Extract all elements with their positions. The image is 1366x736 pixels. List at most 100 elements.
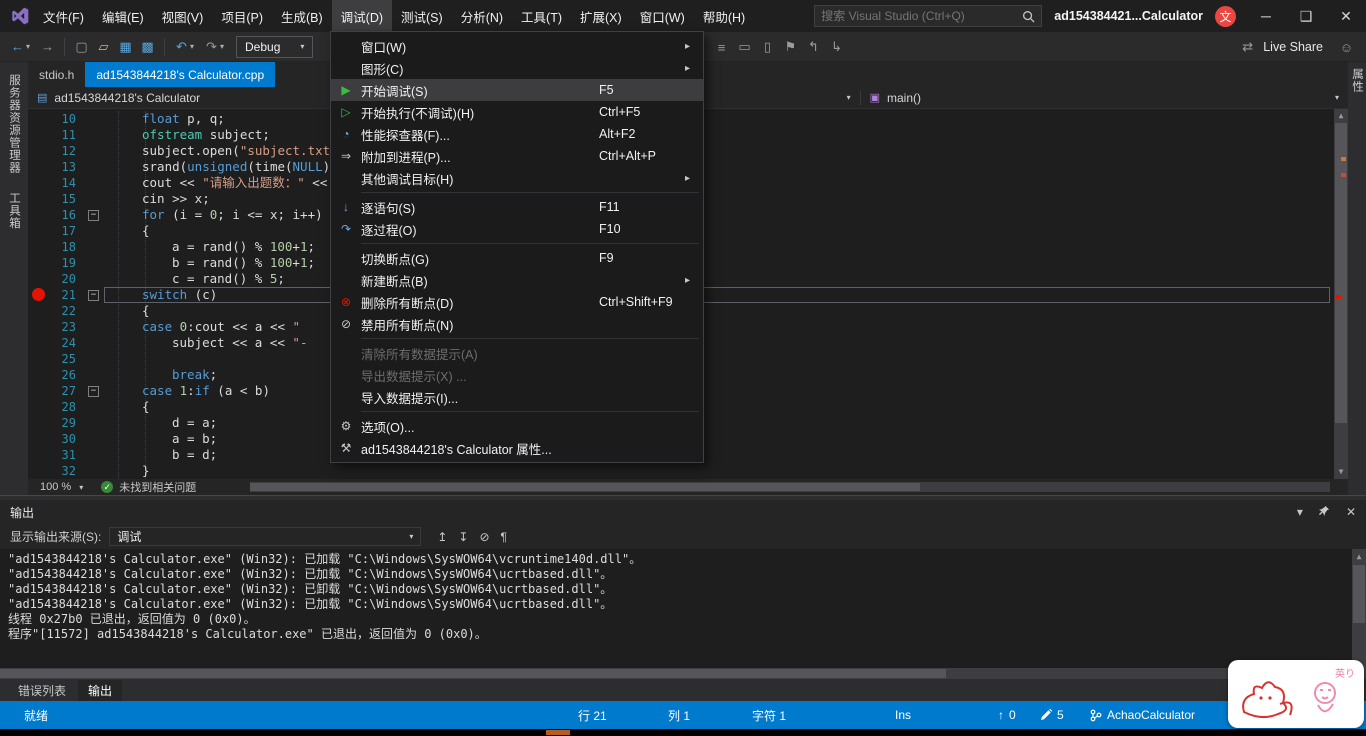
debug-menu-item[interactable]: ▶ 开始调试(S) F5	[331, 79, 703, 101]
editor-tab[interactable]: ad1543844218's Calculator.cpp	[85, 62, 276, 87]
breakpoint-margin[interactable]	[28, 415, 48, 431]
fold-toggle-icon[interactable]: −	[88, 209, 99, 221]
breakpoint-margin[interactable]	[28, 127, 48, 143]
open-folder-icon[interactable]: ▱	[94, 39, 113, 55]
debug-menu-item[interactable]: ↓ 逐语句(S) F11	[331, 196, 703, 218]
debug-menu-item[interactable]: 其他调试目标(H) ▸	[331, 167, 703, 189]
undo-icon[interactable]: ↶	[172, 39, 191, 55]
debug-target-combo[interactable]: Debug ▾	[236, 35, 314, 58]
side-tab[interactable]: 属性	[1349, 68, 1365, 93]
code-line[interactable]: 32}	[28, 463, 1348, 479]
fold-toggle-icon[interactable]: −	[88, 289, 99, 301]
debug-menu-item[interactable]: ⚒ ad1543844218's Calculator 属性...	[331, 437, 703, 459]
breakpoint-margin[interactable]	[28, 431, 48, 447]
prev-bookmark-icon[interactable]: ↰	[804, 39, 823, 55]
status-character[interactable]: 字符 1	[752, 701, 786, 729]
bookmark-icon[interactable]: ⚑	[781, 39, 800, 55]
debug-menu-item[interactable]: 导入数据提示(I)...	[331, 386, 703, 408]
editor-horizontal-scrollbar[interactable]	[250, 482, 1330, 492]
scrollbar-thumb[interactable]	[0, 669, 947, 678]
breakpoint-margin[interactable]	[28, 143, 48, 159]
debug-menu-item[interactable]: 窗口(W) ▸	[331, 35, 703, 57]
status-line[interactable]: 行 21	[578, 701, 607, 729]
search-box[interactable]	[814, 5, 1043, 27]
scroll-down-icon[interactable]: ▼	[1334, 465, 1348, 479]
uncomment-icon[interactable]: ▯	[758, 39, 777, 55]
menubar-item[interactable]: 调试(D)	[331, 0, 393, 32]
breakpoint-margin[interactable]	[28, 367, 48, 383]
breakpoint-margin[interactable]	[28, 239, 48, 255]
debug-menu-item[interactable]: 切换断点(G) F9	[331, 247, 703, 269]
breakpoint-margin[interactable]	[28, 271, 48, 287]
ime-indicator[interactable]: 文	[1215, 5, 1236, 27]
pin-icon[interactable]	[1318, 505, 1330, 519]
zoom-combo[interactable]: 100 % ▾	[32, 481, 91, 493]
debug-menu-item[interactable]: 图形(C) ▸	[331, 57, 703, 79]
save-icon[interactable]: ▦	[116, 39, 135, 55]
word-wrap-icon[interactable]: ¶	[501, 530, 507, 544]
tool-window-tab[interactable]: 错误列表	[8, 680, 76, 701]
outgoing-commits[interactable]: ↑ 0	[998, 701, 1016, 729]
search-input[interactable]	[821, 9, 1017, 23]
debug-menu-item[interactable]: ⚙ 选项(O)...	[331, 415, 703, 437]
output-horizontal-scrollbar[interactable]	[0, 668, 1352, 679]
chevron-down-icon[interactable]: ▾	[220, 42, 229, 51]
redo-icon[interactable]: ↷	[202, 39, 221, 55]
menubar-item[interactable]: 工具(T)	[512, 0, 571, 32]
breakpoint-margin[interactable]	[28, 351, 48, 367]
outline-icon[interactable]: ≡	[712, 40, 731, 55]
forward-icon[interactable]: →	[38, 39, 57, 54]
breakpoint-margin[interactable]	[28, 223, 48, 239]
breakpoint-margin[interactable]	[28, 159, 48, 175]
output-text-area[interactable]: "ad1543844218's Calculator.exe" (Win32):…	[0, 549, 1366, 679]
save-all-icon[interactable]: ▩	[138, 39, 157, 55]
menubar-item[interactable]: 编辑(E)	[93, 0, 153, 32]
scrollbar-thumb[interactable]	[250, 483, 920, 491]
status-insert-mode[interactable]: Ins	[895, 701, 911, 729]
send-feedback-icon[interactable]: ☺	[1337, 40, 1356, 55]
chevron-down-icon[interactable]: ▾	[26, 42, 35, 51]
editor-vertical-scrollbar[interactable]: ▲ ▼	[1334, 109, 1348, 479]
breakpoint-margin[interactable]	[28, 175, 48, 191]
breakpoint-margin[interactable]	[28, 207, 48, 223]
output-source-combo[interactable]: 调试 ▾	[109, 527, 422, 546]
debug-menu-item[interactable]: 新建断点(B) ▸	[331, 269, 703, 291]
debug-menu-item[interactable]: ◔ 性能探查器(F)... Alt+F2	[331, 123, 703, 145]
menubar-item[interactable]: 项目(P)	[212, 0, 272, 32]
breakpoint-margin[interactable]	[28, 255, 48, 271]
breakpoint-margin[interactable]	[28, 463, 48, 479]
close-panel-icon[interactable]: ✕	[1346, 505, 1356, 519]
scroll-up-icon[interactable]: ▲	[1352, 549, 1366, 563]
next-message-icon[interactable]: ↧	[458, 530, 468, 544]
debug-menu-item[interactable]: ⊘ 禁用所有断点(N)	[331, 313, 703, 335]
breakpoint-margin[interactable]	[28, 287, 48, 303]
debug-menu-item[interactable]: ▷ 开始执行(不调试)(H) Ctrl+F5	[331, 101, 703, 123]
editor-tab[interactable]: stdio.h	[28, 62, 85, 87]
breakpoint-margin[interactable]	[28, 383, 48, 399]
breakpoint-margin[interactable]	[28, 399, 48, 415]
breakpoint-margin[interactable]	[28, 111, 48, 127]
prev-message-icon[interactable]: ↥	[437, 530, 447, 544]
menubar-item[interactable]: 生成(B)	[272, 0, 332, 32]
clear-all-icon[interactable]: ⊘	[479, 530, 489, 544]
menubar-item[interactable]: 窗口(W)	[631, 0, 694, 32]
maximize-button[interactable]: ❑	[1286, 0, 1326, 32]
new-file-icon[interactable]: ▢	[72, 39, 91, 55]
side-tab[interactable]: 服务器资源管理器	[6, 74, 22, 174]
status-column[interactable]: 列 1	[668, 701, 690, 729]
member-dropdown[interactable]: ▣ main() ▾	[859, 90, 1348, 105]
comment-icon[interactable]: ▭	[735, 39, 754, 55]
minimize-button[interactable]: ─	[1246, 0, 1286, 32]
menubar-item[interactable]: 扩展(X)	[571, 0, 631, 32]
breakpoint-icon[interactable]	[32, 288, 45, 301]
repository-selector[interactable]: AchaoCalculator	[1090, 701, 1195, 729]
breakpoint-margin[interactable]	[28, 447, 48, 463]
menubar-item[interactable]: 视图(V)	[153, 0, 213, 32]
tool-window-tab[interactable]: 输出	[78, 679, 123, 701]
next-bookmark-icon[interactable]: ↳	[827, 39, 846, 55]
chevron-down-icon[interactable]: ▾	[190, 42, 199, 51]
debug-menu-item[interactable]: ↷ 逐过程(O) F10	[331, 218, 703, 240]
pending-changes[interactable]: 5	[1040, 701, 1064, 729]
fold-toggle-icon[interactable]: −	[88, 385, 99, 397]
breakpoint-margin[interactable]	[28, 319, 48, 335]
